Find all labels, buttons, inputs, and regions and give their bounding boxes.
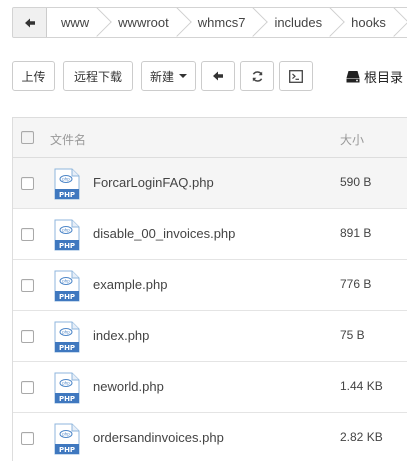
column-header-name[interactable]: 文件名 [50, 131, 86, 148]
breadcrumb-segment[interactable]: hooks [335, 8, 399, 37]
table-row[interactable]: php PHP ForcarLoginFAQ.php 590 B [13, 158, 407, 209]
file-size: 2.82 KB [340, 430, 383, 444]
file-name[interactable]: example.php [93, 277, 167, 292]
breadcrumb-segment[interactable]: wwwroot [102, 8, 182, 37]
table-row[interactable]: php PHP ordersandinvoices.php 2.82 KB [13, 413, 407, 461]
svg-text:php: php [62, 177, 70, 182]
new-dropdown-button[interactable]: 新建 [141, 61, 196, 91]
upload-button-label: 上传 [21, 69, 46, 84]
file-size: 891 B [340, 226, 372, 240]
file-name[interactable]: neworld.php [93, 379, 164, 394]
table-row[interactable]: php PHP index.php 75 B [13, 311, 407, 362]
new-button-label: 新建 [149, 69, 174, 84]
select-all-checkbox[interactable] [21, 131, 34, 144]
breadcrumb-segment[interactable]: whmcs7 [182, 8, 259, 37]
svg-text:PHP: PHP [59, 191, 75, 199]
table-row[interactable]: php PHP example.php 776 B [13, 260, 407, 311]
drive-icon [346, 70, 360, 82]
svg-text:PHP: PHP [59, 293, 75, 301]
arrow-left-icon [213, 71, 223, 81]
svg-text:php: php [62, 381, 70, 386]
breadcrumb-back-button[interactable] [13, 8, 47, 37]
php-file-icon: php PHP [54, 270, 80, 302]
breadcrumb-segment[interactable]: www [47, 8, 102, 37]
table-row[interactable]: php PHP disable_00_invoices.php 891 B [13, 209, 407, 260]
file-size: 776 B [340, 277, 372, 291]
php-file-icon: php PHP [54, 219, 80, 251]
file-name[interactable]: ordersandinvoices.php [93, 430, 224, 445]
breadcrumb: www wwwroot whmcs7 includes hooks [12, 7, 407, 38]
svg-text:PHP: PHP [59, 242, 75, 250]
root-directory-link[interactable]: 根目录 [346, 61, 403, 91]
row-checkbox[interactable] [21, 279, 34, 292]
php-file-icon: php PHP [54, 423, 80, 455]
svg-text:php: php [62, 432, 70, 437]
row-checkbox[interactable] [21, 432, 34, 445]
terminal-button[interactable] [279, 61, 313, 91]
file-toolbar: 上传 远程下载 新建 根目录 [12, 61, 407, 91]
row-checkbox[interactable] [21, 330, 34, 343]
arrow-left-icon [24, 18, 35, 27]
svg-text:PHP: PHP [59, 344, 75, 352]
file-name[interactable]: index.php [93, 328, 149, 343]
php-file-icon: php PHP [54, 168, 80, 200]
table-row[interactable]: php PHP neworld.php 1.44 KB [13, 362, 407, 413]
file-size: 590 B [340, 175, 372, 189]
caret-down-icon [179, 74, 187, 78]
column-header-size[interactable]: 大小 [340, 131, 364, 148]
svg-text:php: php [62, 228, 70, 233]
root-directory-label: 根目录 [364, 69, 404, 85]
row-checkbox[interactable] [21, 177, 34, 190]
breadcrumb-segment[interactable]: includes [258, 8, 335, 37]
row-checkbox[interactable] [21, 381, 34, 394]
svg-text:PHP: PHP [59, 395, 75, 403]
svg-text:php: php [62, 279, 70, 284]
table-header: 文件名 大小 [13, 118, 407, 158]
svg-text:PHP: PHP [59, 446, 75, 454]
remote-download-button[interactable]: 远程下载 [63, 61, 133, 91]
row-checkbox[interactable] [21, 228, 34, 241]
terminal-icon [289, 69, 303, 83]
php-file-icon: php PHP [54, 372, 80, 404]
svg-text:php: php [62, 330, 70, 335]
refresh-icon [252, 70, 262, 82]
file-size: 1.44 KB [340, 379, 383, 393]
php-file-icon: php PHP [54, 321, 80, 353]
back-button[interactable] [201, 61, 235, 91]
file-size: 75 B [340, 328, 365, 342]
refresh-button[interactable] [240, 61, 274, 91]
file-table: 文件名 大小 php PHP ForcarLoginFAQ.php 590 B … [12, 117, 407, 461]
file-name[interactable]: ForcarLoginFAQ.php [93, 175, 214, 190]
upload-button[interactable]: 上传 [12, 61, 55, 91]
remote-download-button-label: 远程下载 [73, 69, 122, 84]
file-name[interactable]: disable_00_invoices.php [93, 226, 235, 241]
